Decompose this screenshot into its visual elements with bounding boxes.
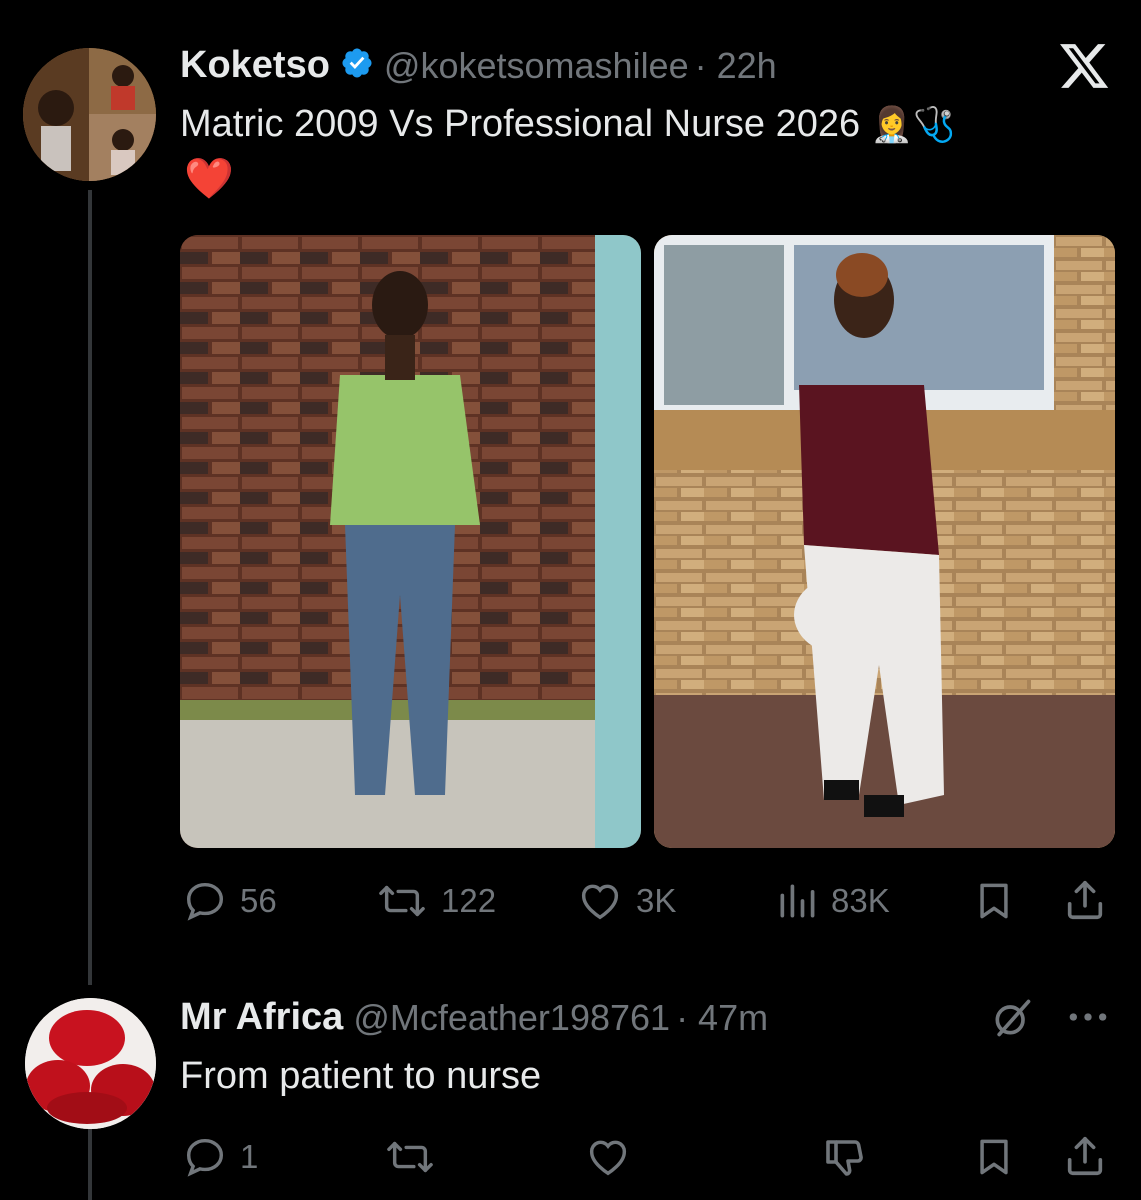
reply-thread-line <box>88 1128 92 1200</box>
reply-repost-button[interactable] <box>383 1134 437 1185</box>
thread-line <box>88 190 92 985</box>
reply-reply-count: 1 <box>240 1138 259 1175</box>
reply-bookmark-button[interactable] <box>972 1134 1016 1185</box>
reply-downvote-button[interactable] <box>820 1134 868 1187</box>
bookmark-icon <box>980 1139 1008 1175</box>
heart-icon <box>581 884 619 920</box>
reply-header: Mr Africa @Mcfeather198761 · 47m <box>180 996 768 1039</box>
author-handle[interactable]: @koketsomashilee <box>384 45 689 87</box>
repost-icon <box>379 885 425 917</box>
reply-reply-button[interactable]: 1 <box>182 1134 258 1180</box>
author-avatar[interactable] <box>23 48 156 181</box>
reply-time[interactable]: · 47m <box>676 997 768 1039</box>
heart-icon <box>589 1140 627 1176</box>
reply-text: From patient to nurse <box>180 1055 542 1097</box>
repost-icon <box>387 1141 433 1173</box>
photo-2009-image <box>180 235 641 848</box>
reply-share-button[interactable] <box>1062 1132 1108 1185</box>
reply-author-handle[interactable]: @Mcfeather198761 <box>353 997 670 1039</box>
bookmark-button[interactable] <box>972 878 1016 929</box>
more-options-icon[interactable] <box>1066 1002 1110 1037</box>
photo-2026-image <box>654 235 1115 848</box>
tweet-time[interactable]: · 22h <box>695 45 777 87</box>
reply-icon <box>186 1138 224 1177</box>
share-button[interactable] <box>1062 876 1108 929</box>
make-africa-great-again-caps-image <box>25 998 156 1129</box>
like-count: 3K <box>636 882 677 919</box>
x-logo-icon[interactable] <box>1060 44 1110 95</box>
reply-icon <box>186 882 224 921</box>
reply-author-name[interactable]: Mr Africa <box>180 996 343 1039</box>
reply-author-avatar[interactable] <box>25 998 156 1129</box>
share-icon <box>1067 880 1103 920</box>
views-chart-icon <box>780 884 815 918</box>
reply-button[interactable]: 56 <box>182 878 277 924</box>
nurse-stethoscope-emoji: 👩‍⚕️🩺 <box>870 106 956 144</box>
tweet-header: Koketso @koketsomashilee · 22h <box>180 44 777 87</box>
downvote-icon <box>826 1140 863 1176</box>
views-count: 83K <box>831 882 890 919</box>
tweet-text: Matric 2009 Vs Professional Nurse 2026 👩… <box>180 103 955 146</box>
reply-like-button[interactable] <box>584 1134 632 1185</box>
bookmark-icon <box>980 883 1008 919</box>
grok-icon[interactable] <box>990 996 1034 1045</box>
views-button[interactable]: 83K <box>775 878 890 924</box>
tweet-photo-2026[interactable] <box>654 235 1115 848</box>
heart-emoji: ❤️ <box>184 157 234 201</box>
verified-badge-icon <box>340 46 374 85</box>
like-button[interactable]: 3K <box>576 878 676 924</box>
repost-count: 122 <box>441 882 497 919</box>
share-icon <box>1067 1136 1103 1176</box>
tweet-text-body: Matric 2009 Vs Professional Nurse 2026 <box>180 103 861 145</box>
tweet-photo-2009[interactable] <box>180 235 641 848</box>
reply-count: 56 <box>240 882 277 919</box>
repost-button[interactable]: 122 <box>375 878 496 924</box>
avatar-collage-image <box>23 48 156 181</box>
author-name[interactable]: Koketso <box>180 44 330 87</box>
